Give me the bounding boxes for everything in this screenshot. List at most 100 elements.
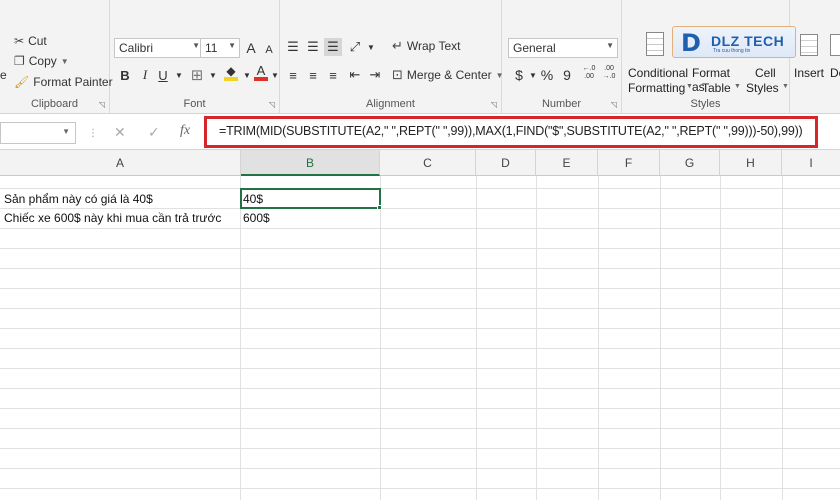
logo-mark: D <box>681 29 701 57</box>
chevron-down-icon: ▼ <box>734 83 741 90</box>
cut-button[interactable]: ✂ Cut <box>14 34 47 48</box>
insert-button[interactable]: Insert <box>792 30 826 94</box>
shrink-font-button[interactable]: A <box>260 41 278 59</box>
decrease-decimal-icon[interactable]: .00 →.0 <box>600 64 618 82</box>
copy-button[interactable]: ❐ Copy ▼ <box>14 54 69 68</box>
grow-font-button[interactable]: A <box>242 39 260 57</box>
align-right-icon[interactable]: ≡ <box>324 66 342 84</box>
column-header-b[interactable]: B <box>241 150 380 176</box>
cell-a2[interactable]: Chiếc xe 600$ này khi mua cần trả trước <box>4 211 221 225</box>
increase-indent-icon[interactable]: ⇥ <box>366 66 384 84</box>
alignment-launcher-icon[interactable]: ◹ <box>491 100 497 109</box>
chevron-down-icon: ▼ <box>228 41 236 50</box>
column-header-c[interactable]: C <box>380 150 476 176</box>
font-family-dropdown[interactable]: Calibri ▼ <box>114 38 204 58</box>
chevron-down-icon[interactable]: ▼ <box>170 66 188 84</box>
number-launcher-icon[interactable]: ◹ <box>611 100 617 109</box>
gridline <box>0 428 840 429</box>
cell-styles-label-1: Cell <box>755 66 776 80</box>
clipboard-launcher-icon[interactable]: ◹ <box>99 100 105 109</box>
delete-icon <box>830 34 840 56</box>
gridline <box>0 388 840 389</box>
column-header-a[interactable]: A <box>0 150 241 176</box>
align-center-icon[interactable]: ≡ <box>304 66 322 84</box>
conditional-formatting-label-2: Formatting <box>628 81 686 95</box>
decrease-indent-icon[interactable]: ⇤ <box>346 66 364 84</box>
font-group: Calibri ▼ 11 ▼ A A B I U ▼ ⊞ ▼ ◆ ▼ A ▼ F… <box>110 0 280 114</box>
gridline <box>720 176 721 500</box>
enter-icon[interactable]: ✓ <box>148 124 160 141</box>
chevron-down-icon: ▼ <box>60 56 69 66</box>
insert-label: Insert <box>794 66 825 80</box>
font-group-label: Font <box>183 98 206 110</box>
number-format-value: General <box>513 41 556 55</box>
delete-button-fragment[interactable]: De <box>830 66 840 80</box>
gridline <box>0 448 840 449</box>
ribbon: e ✂ Cut ❐ Copy ▼ 🖌 Format Painter Clipbo… <box>0 0 840 114</box>
alignment-group: ☰ ☰ ☰ ⤢ ▼ ↵ Wrap Text ≡ ≡ ≡ ⇤ ⇥ ⊡ Merge … <box>280 0 504 114</box>
align-middle-icon[interactable]: ☰ <box>304 38 322 56</box>
gridline <box>782 176 783 500</box>
merge-center-button[interactable]: ⊡ Merge & Center ▼ <box>392 67 504 83</box>
scissors-icon: ✂ <box>14 34 25 48</box>
column-header-f[interactable]: F <box>598 150 660 176</box>
cell-b2[interactable]: 600$ <box>243 211 270 225</box>
merge-center-label: Merge & Center <box>406 68 492 82</box>
insert-function-icon[interactable]: fx <box>180 123 190 139</box>
fill-handle[interactable] <box>377 205 382 210</box>
align-bottom-icon[interactable]: ☰ <box>324 38 342 56</box>
number-format-dropdown[interactable]: General ▼ <box>508 38 618 58</box>
wrap-text-icon: ↵ <box>392 38 403 53</box>
gridline <box>0 228 840 229</box>
font-size-value: 11 <box>205 41 218 55</box>
name-box[interactable]: ▼ <box>0 122 76 144</box>
column-header-h[interactable]: H <box>720 150 782 176</box>
font-launcher-icon[interactable]: ◹ <box>269 100 275 109</box>
italic-button[interactable]: I <box>136 66 154 84</box>
gridline <box>598 176 599 500</box>
format-as-table-label-2: Table <box>702 81 731 95</box>
gridline <box>0 368 840 369</box>
wrap-text-button[interactable]: ↵ Wrap Text <box>392 38 460 54</box>
font-size-dropdown[interactable]: 11 ▼ <box>200 38 240 58</box>
wrap-text-label: Wrap Text <box>406 39 461 53</box>
cell-styles-label-2: Styles <box>746 81 779 95</box>
cancel-icon[interactable]: ✕ <box>114 124 126 141</box>
align-left-icon[interactable]: ≡ <box>284 66 302 84</box>
gridline <box>0 208 840 209</box>
worksheet-grid[interactable]: A B C D E F G H I Sản phẩm này có giá là… <box>0 150 840 500</box>
paste-button-fragment[interactable]: e <box>0 68 7 82</box>
format-painter-label: Format Painter <box>33 75 113 89</box>
gridline <box>0 468 840 469</box>
paintbrush-icon: 🖌 <box>14 75 30 89</box>
align-top-icon[interactable]: ☰ <box>284 38 302 56</box>
insert-icon <box>800 34 818 56</box>
gridline <box>0 268 840 269</box>
conditional-formatting-icon <box>646 32 664 56</box>
cells-group: Insert De <box>790 0 840 114</box>
comma-button[interactable]: 9 <box>558 66 576 84</box>
merge-icon: ⊡ <box>392 67 403 82</box>
dlz-tech-logo: D DLZ TECH Tra cuu thong tin <box>672 26 796 58</box>
bold-button[interactable]: B <box>116 66 134 84</box>
active-cell-selection[interactable] <box>240 188 381 209</box>
increase-decimal-icon[interactable]: ←.0.00 <box>580 64 598 82</box>
clipboard-group-label: Clipboard <box>30 98 79 110</box>
gridline <box>476 176 477 500</box>
logo-subtext: Tra cuu thong tin <box>713 48 751 54</box>
column-header-g[interactable]: G <box>660 150 720 176</box>
column-header-d[interactable]: D <box>476 150 536 176</box>
cell-a1[interactable]: Sản phẩm này có giá là 40$ <box>4 192 153 206</box>
copy-label: Copy <box>28 54 57 68</box>
chevron-down-icon: ▼ <box>782 83 789 90</box>
percent-button[interactable]: % <box>538 66 556 84</box>
format-painter-button[interactable]: 🖌 Format Painter <box>14 75 113 89</box>
chevron-down-icon[interactable]: ▼ <box>204 66 222 84</box>
formula-input[interactable]: =TRIM(MID(SUBSTITUTE(A2," ",REPT(" ",99)… <box>219 124 803 138</box>
chevron-down-icon[interactable]: ▼ <box>362 38 380 56</box>
chevron-down-icon: ▼ <box>606 41 614 50</box>
column-header-e[interactable]: E <box>536 150 598 176</box>
column-header-i[interactable]: I <box>782 150 840 176</box>
chevron-down-icon: ▼ <box>192 41 200 50</box>
formula-bar-grip-icon: ⋮ <box>88 128 98 139</box>
